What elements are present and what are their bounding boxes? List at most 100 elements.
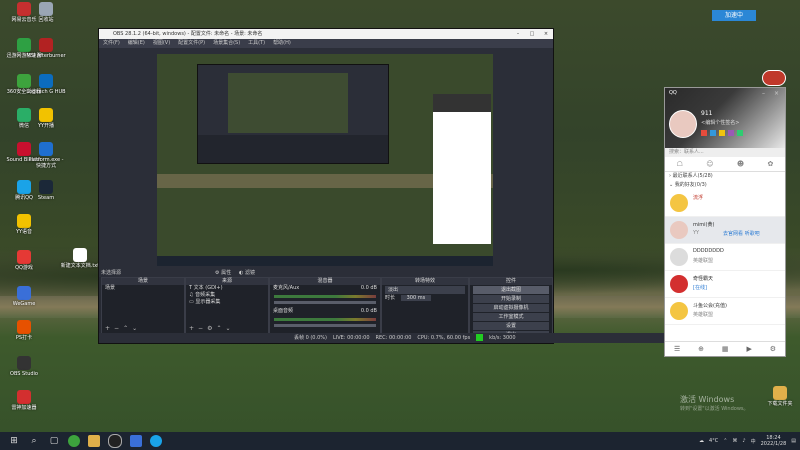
groups-tab-icon[interactable]: ☻ [737, 160, 744, 168]
studio-mode-button[interactable]: 工作室模式 [473, 313, 549, 321]
menu-view[interactable]: 视图(V) [153, 39, 170, 48]
desktop-icon[interactable]: QQ游戏 [4, 250, 44, 271]
up-icon[interactable]: ⌃ [216, 325, 221, 332]
obs-titlebar[interactable]: OBS 28.1.2 (64-bit, windows) - 配置文件: 未命名… [99, 29, 553, 39]
add-icon[interactable]: + [189, 325, 194, 332]
desktop-icon-label: 下载文件夹 [767, 401, 793, 407]
browser-icon[interactable] [68, 435, 80, 447]
desktop-icon[interactable]: Logitech G HUB [26, 74, 66, 95]
windows-start-icon[interactable]: ⊞ [8, 435, 20, 447]
add-icon[interactable]: + [105, 325, 110, 332]
contacts-tab-icon[interactable]: ☺ [706, 160, 713, 168]
weather-temp[interactable]: 4°C [709, 438, 718, 444]
tray-chevron-icon[interactable]: ⌃ [723, 438, 727, 444]
desktop-icon[interactable]: OBS Studio [4, 356, 44, 377]
list-item[interactable]: mimi(黄) YY 去官网看 听歌吧 [665, 217, 785, 244]
audio-meter[interactable] [274, 318, 376, 321]
video-icon[interactable]: ▶ [746, 345, 751, 353]
qq-signature[interactable]: <编辑个性签名> [701, 119, 739, 126]
menu-tools[interactable]: 工具(T) [248, 39, 265, 48]
desktop-icon[interactable]: WeGame [4, 286, 44, 307]
minimize-icon[interactable]: – [511, 29, 525, 39]
stop-streaming-button[interactable]: 退出截图 [473, 286, 549, 294]
duration-input[interactable]: 300 ms [400, 295, 432, 301]
desktop-icon[interactable]: Platform.exe - 快捷方式 [26, 142, 66, 169]
app-icon[interactable] [710, 130, 716, 136]
search-icon[interactable]: ⌕ [28, 435, 40, 447]
notification-icon[interactable]: ▤ [791, 438, 796, 444]
app-icon[interactable] [737, 130, 743, 136]
properties-button[interactable]: ⚙ 属性 [215, 269, 231, 276]
menu-edit[interactable]: 编辑(E) [128, 39, 145, 48]
source-item[interactable]: ♫ 音频采集 [186, 292, 268, 299]
menu-scene-collection[interactable]: 场景集合(S) [213, 39, 240, 48]
app-manager-icon[interactable]: ▦ [722, 345, 729, 353]
weather-icon[interactable]: ☁ [699, 438, 704, 444]
task-view-icon[interactable]: ▢ [48, 435, 60, 447]
list-item[interactable]: 奇怪霸天 [在线] [665, 271, 785, 298]
obs-preview[interactable] [99, 48, 553, 277]
start-recording-button[interactable]: 开始录制 [473, 295, 549, 303]
menu-file[interactable]: 文件(F) [103, 39, 120, 48]
list-item[interactable]: DDDDDDDD 英雄联盟 [665, 244, 785, 271]
virtual-camera-button[interactable]: 启动虚拟摄像机 [473, 304, 549, 312]
close-icon[interactable]: × [539, 29, 553, 39]
menu-profile[interactable]: 配置文件(P) [178, 39, 205, 48]
volume-slider[interactable] [274, 301, 376, 304]
desktop-icon[interactable]: PS打卡 [4, 320, 44, 341]
desktop-icon[interactable]: 新建文本文档.txt [60, 248, 100, 269]
list-item[interactable]: 流浮 [665, 190, 785, 217]
qq-search-input[interactable]: 搜索：联系人... [665, 148, 785, 157]
clock[interactable]: 18:24 2022/1/28 [761, 435, 787, 447]
menu-icon[interactable]: ☰ [674, 345, 680, 353]
contact-group[interactable]: ⌄ 我的好友(0/3) [665, 181, 785, 190]
qq-minimize-icon[interactable]: – [762, 90, 765, 97]
add-friend-icon[interactable]: ⊕ [698, 345, 704, 353]
app-icon[interactable] [701, 130, 707, 136]
transition-select[interactable]: 淡出 [385, 286, 465, 294]
space-tab-icon[interactable]: ✿ [767, 160, 773, 168]
remove-icon[interactable]: − [198, 325, 203, 332]
messages-tab-icon[interactable]: ☖ [677, 160, 683, 168]
app-icon[interactable] [719, 130, 725, 136]
settings-button[interactable]: 设置 [473, 322, 549, 330]
settings-icon[interactable]: ⚙ [770, 345, 776, 353]
qq-taskbar-icon[interactable] [150, 435, 162, 447]
scene-item[interactable]: 场景 [102, 285, 184, 292]
mixer-channel: 麦克风/Aux 0.0 dB [273, 285, 377, 291]
volume-icon[interactable]: ♪ [742, 438, 745, 444]
speed-badge[interactable]: 加速中 [712, 10, 756, 21]
wegame-taskbar-icon[interactable] [130, 435, 142, 447]
avatar[interactable] [669, 110, 697, 138]
qq-close-icon[interactable]: × [774, 90, 779, 97]
desktop-icon[interactable]: Steam [26, 180, 66, 201]
qq-window[interactable]: QQ – × 911 <编辑个性签名> 搜索：联系人... ☖ ☺ ☻ ✿ › … [664, 87, 786, 357]
remove-icon[interactable]: − [114, 325, 119, 332]
app-icon[interactable] [728, 130, 734, 136]
menu-help[interactable]: 帮助(H) [273, 39, 291, 48]
source-item[interactable]: T 文本 (GDI+) [186, 285, 268, 292]
source-item[interactable]: ▭ 显示器采集 [186, 299, 268, 306]
desktop-icon[interactable]: MSI Afterburner [26, 38, 66, 59]
ime-indicator[interactable]: 中 [751, 438, 756, 445]
desktop-icon[interactable]: 雷神加速器 [4, 390, 44, 411]
desktop-icon[interactable]: 回收站 [26, 2, 66, 23]
down-icon[interactable]: ⌄ [132, 325, 137, 332]
maximize-icon[interactable]: □ [525, 29, 539, 39]
obs-taskbar-icon[interactable] [108, 434, 122, 448]
up-icon[interactable]: ⌃ [123, 325, 128, 332]
folder-icon[interactable] [88, 435, 100, 447]
gear-icon[interactable]: ⚙ [207, 325, 212, 332]
qq-floating-ball[interactable] [762, 70, 786, 86]
network-icon[interactable]: ⌘ [732, 438, 737, 444]
desktop-icon[interactable]: YY开播 [26, 108, 66, 129]
list-item[interactable]: 斗鱼公会(充值) 英雄联盟 [665, 298, 785, 325]
desktop-icon[interactable]: YY语音 [4, 214, 44, 235]
obs-window[interactable]: OBS 28.1.2 (64-bit, windows) - 配置文件: 未命名… [98, 28, 748, 344]
audio-meter[interactable] [274, 295, 376, 298]
volume-slider[interactable] [274, 324, 376, 327]
contact-group[interactable]: › 最近联系人(5/28) [665, 172, 785, 181]
filters-button[interactable]: ◐ 滤镜 [239, 269, 255, 276]
desktop-icon[interactable]: 下载文件夹 [760, 386, 800, 407]
down-icon[interactable]: ⌄ [225, 325, 230, 332]
